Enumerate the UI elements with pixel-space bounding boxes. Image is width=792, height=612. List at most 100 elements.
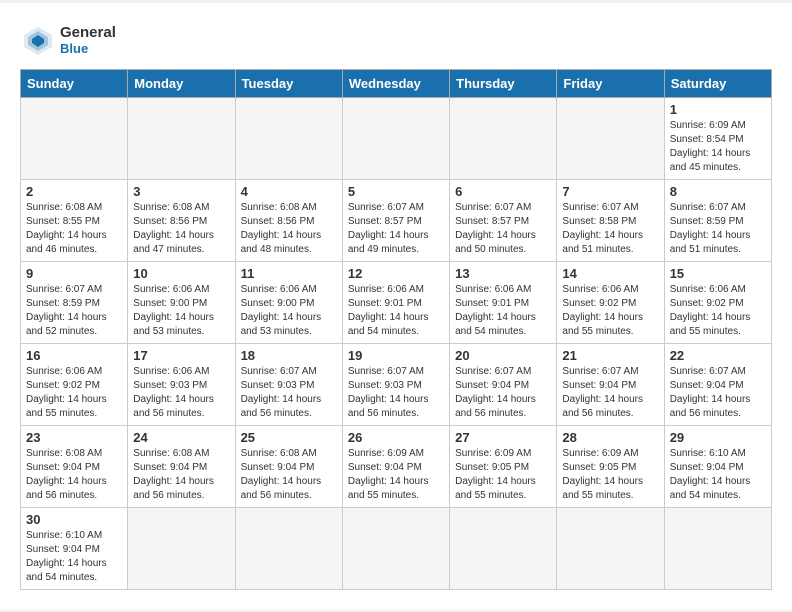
day-number: 16 bbox=[26, 348, 122, 363]
generalblue-logo-icon bbox=[20, 23, 56, 59]
calendar-day-cell bbox=[450, 507, 557, 589]
calendar-day-cell: 22 Sunrise: 6:07 AM Sunset: 9:04 PM Dayli… bbox=[664, 343, 771, 425]
day-number: 21 bbox=[562, 348, 658, 363]
day-info: Sunrise: 6:07 AM Sunset: 9:04 PM Dayligh… bbox=[562, 365, 658, 421]
day-info: Sunrise: 6:06 AM Sunset: 9:02 PM Dayligh… bbox=[670, 283, 766, 339]
day-info: Sunrise: 6:10 AM Sunset: 9:04 PM Dayligh… bbox=[26, 529, 122, 585]
day-info: Sunrise: 6:07 AM Sunset: 9:03 PM Dayligh… bbox=[241, 365, 337, 421]
day-number: 23 bbox=[26, 430, 122, 445]
calendar-day-cell: 4Sunrise: 6:08 AM Sunset: 8:56 PM Daylig… bbox=[235, 179, 342, 261]
day-info: Sunrise: 6:07 AM Sunset: 9:03 PM Dayligh… bbox=[348, 365, 444, 421]
logo: General Blue bbox=[20, 23, 116, 59]
day-number: 12 bbox=[348, 266, 444, 281]
day-info: Sunrise: 6:07 AM Sunset: 9:04 PM Dayligh… bbox=[670, 365, 766, 421]
day-info: Sunrise: 6:06 AM Sunset: 9:03 PM Dayligh… bbox=[133, 365, 229, 421]
day-number: 30 bbox=[26, 512, 122, 527]
calendar-week-row: 23 Sunrise: 6:08 AM Sunset: 9:04 PM Dayli… bbox=[21, 425, 772, 507]
day-number: 27 bbox=[455, 430, 551, 445]
calendar-week-row: 30 Sunrise: 6:10 AM Sunset: 9:04 PM Dayli… bbox=[21, 507, 772, 589]
day-info: Sunrise: 6:07 AM Sunset: 8:57 PM Dayligh… bbox=[348, 201, 444, 257]
day-info: Sunrise: 6:07 AM Sunset: 9:04 PM Dayligh… bbox=[455, 365, 551, 421]
logo-blue-text: Blue bbox=[60, 42, 116, 56]
day-info: Sunrise: 6:09 AM Sunset: 9:04 PM Dayligh… bbox=[348, 447, 444, 503]
calendar-day-cell bbox=[342, 507, 449, 589]
day-info: Sunrise: 6:07 AM Sunset: 8:58 PM Dayligh… bbox=[562, 201, 658, 257]
calendar-week-row: 16 Sunrise: 6:06 AM Sunset: 9:02 PM Dayli… bbox=[21, 343, 772, 425]
day-number: 6 bbox=[455, 184, 551, 199]
calendar-week-row: 9Sunrise: 6:07 AM Sunset: 8:59 PM Daylig… bbox=[21, 261, 772, 343]
calendar-day-cell: 3 Sunrise: 6:08 AM Sunset: 8:56 PM Daylig… bbox=[128, 179, 235, 261]
weekday-header-saturday: Saturday bbox=[664, 69, 771, 97]
day-number: 4 bbox=[241, 184, 337, 199]
day-number: 15 bbox=[670, 266, 766, 281]
day-info: Sunrise: 6:08 AM Sunset: 9:04 PM Dayligh… bbox=[26, 447, 122, 503]
calendar-day-cell: 10Sunrise: 6:06 AM Sunset: 9:00 PM Dayli… bbox=[128, 261, 235, 343]
weekday-header-sunday: Sunday bbox=[21, 69, 128, 97]
calendar-day-cell: 24 Sunrise: 6:08 AM Sunset: 9:04 PM Dayli… bbox=[128, 425, 235, 507]
calendar-day-cell: 16 Sunrise: 6:06 AM Sunset: 9:02 PM Dayli… bbox=[21, 343, 128, 425]
calendar-day-cell: 8 Sunrise: 6:07 AM Sunset: 8:59 PM Daylig… bbox=[664, 179, 771, 261]
calendar-day-cell bbox=[235, 97, 342, 179]
day-info: Sunrise: 6:09 AM Sunset: 9:05 PM Dayligh… bbox=[455, 447, 551, 503]
weekday-header-wednesday: Wednesday bbox=[342, 69, 449, 97]
calendar-week-row: 2Sunrise: 6:08 AM Sunset: 8:55 PM Daylig… bbox=[21, 179, 772, 261]
day-info: Sunrise: 6:06 AM Sunset: 9:00 PM Dayligh… bbox=[241, 283, 337, 339]
day-info: Sunrise: 6:06 AM Sunset: 9:02 PM Dayligh… bbox=[562, 283, 658, 339]
calendar-day-cell bbox=[21, 97, 128, 179]
day-number: 13 bbox=[455, 266, 551, 281]
calendar-day-cell bbox=[557, 507, 664, 589]
logo-general-text: General bbox=[60, 25, 116, 42]
day-number: 9 bbox=[26, 266, 122, 281]
calendar-day-cell: 23 Sunrise: 6:08 AM Sunset: 9:04 PM Dayli… bbox=[21, 425, 128, 507]
calendar-day-cell bbox=[557, 97, 664, 179]
day-info: Sunrise: 6:08 AM Sunset: 9:04 PM Dayligh… bbox=[133, 447, 229, 503]
weekday-header-friday: Friday bbox=[557, 69, 664, 97]
calendar-day-cell: 15 Sunrise: 6:06 AM Sunset: 9:02 PM Dayli… bbox=[664, 261, 771, 343]
calendar-day-cell: 30 Sunrise: 6:10 AM Sunset: 9:04 PM Dayli… bbox=[21, 507, 128, 589]
calendar-day-cell: 12 Sunrise: 6:06 AM Sunset: 9:01 PM Dayli… bbox=[342, 261, 449, 343]
day-info: Sunrise: 6:06 AM Sunset: 9:01 PM Dayligh… bbox=[455, 283, 551, 339]
calendar-day-cell: 26Sunrise: 6:09 AM Sunset: 9:04 PM Dayli… bbox=[342, 425, 449, 507]
day-info: Sunrise: 6:10 AM Sunset: 9:04 PM Dayligh… bbox=[670, 447, 766, 503]
weekday-header-row: SundayMondayTuesdayWednesdayThursdayFrid… bbox=[21, 69, 772, 97]
day-info: Sunrise: 6:09 AM Sunset: 9:05 PM Dayligh… bbox=[562, 447, 658, 503]
calendar-day-cell: 19Sunrise: 6:07 AM Sunset: 9:03 PM Dayli… bbox=[342, 343, 449, 425]
day-number: 3 bbox=[133, 184, 229, 199]
calendar-day-cell bbox=[342, 97, 449, 179]
calendar-table: SundayMondayTuesdayWednesdayThursdayFrid… bbox=[20, 69, 772, 590]
day-info: Sunrise: 6:08 AM Sunset: 9:04 PM Dayligh… bbox=[241, 447, 337, 503]
day-number: 24 bbox=[133, 430, 229, 445]
calendar-day-cell: 27 Sunrise: 6:09 AM Sunset: 9:05 PM Dayli… bbox=[450, 425, 557, 507]
calendar-day-cell: 2Sunrise: 6:08 AM Sunset: 8:55 PM Daylig… bbox=[21, 179, 128, 261]
day-info: Sunrise: 6:07 AM Sunset: 8:57 PM Dayligh… bbox=[455, 201, 551, 257]
calendar-day-cell: 13 Sunrise: 6:06 AM Sunset: 9:01 PM Dayli… bbox=[450, 261, 557, 343]
calendar-day-cell: 11Sunrise: 6:06 AM Sunset: 9:00 PM Dayli… bbox=[235, 261, 342, 343]
calendar-day-cell bbox=[664, 507, 771, 589]
calendar-day-cell bbox=[128, 97, 235, 179]
day-info: Sunrise: 6:06 AM Sunset: 9:01 PM Dayligh… bbox=[348, 283, 444, 339]
calendar-day-cell bbox=[235, 507, 342, 589]
header: General Blue bbox=[20, 23, 772, 59]
calendar-day-cell bbox=[450, 97, 557, 179]
day-info: Sunrise: 6:06 AM Sunset: 9:02 PM Dayligh… bbox=[26, 365, 122, 421]
weekday-header-tuesday: Tuesday bbox=[235, 69, 342, 97]
calendar-day-cell bbox=[128, 507, 235, 589]
day-number: 25 bbox=[241, 430, 337, 445]
day-info: Sunrise: 6:08 AM Sunset: 8:56 PM Dayligh… bbox=[133, 201, 229, 257]
day-number: 8 bbox=[670, 184, 766, 199]
calendar-day-cell: 7Sunrise: 6:07 AM Sunset: 8:58 PM Daylig… bbox=[557, 179, 664, 261]
day-number: 28 bbox=[562, 430, 658, 445]
calendar-day-cell: 6 Sunrise: 6:07 AM Sunset: 8:57 PM Daylig… bbox=[450, 179, 557, 261]
calendar-day-cell: 20Sunrise: 6:07 AM Sunset: 9:04 PM Dayli… bbox=[450, 343, 557, 425]
day-number: 17 bbox=[133, 348, 229, 363]
calendar-day-cell: 14Sunrise: 6:06 AM Sunset: 9:02 PM Dayli… bbox=[557, 261, 664, 343]
day-info: Sunrise: 6:07 AM Sunset: 8:59 PM Dayligh… bbox=[670, 201, 766, 257]
weekday-header-monday: Monday bbox=[128, 69, 235, 97]
day-number: 22 bbox=[670, 348, 766, 363]
day-number: 5 bbox=[348, 184, 444, 199]
calendar-week-row: 1Sunrise: 6:09 AM Sunset: 8:54 PM Daylig… bbox=[21, 97, 772, 179]
calendar-day-cell: 5 Sunrise: 6:07 AM Sunset: 8:57 PM Daylig… bbox=[342, 179, 449, 261]
weekday-header-thursday: Thursday bbox=[450, 69, 557, 97]
day-number: 18 bbox=[241, 348, 337, 363]
calendar-day-cell: 25 Sunrise: 6:08 AM Sunset: 9:04 PM Dayli… bbox=[235, 425, 342, 507]
